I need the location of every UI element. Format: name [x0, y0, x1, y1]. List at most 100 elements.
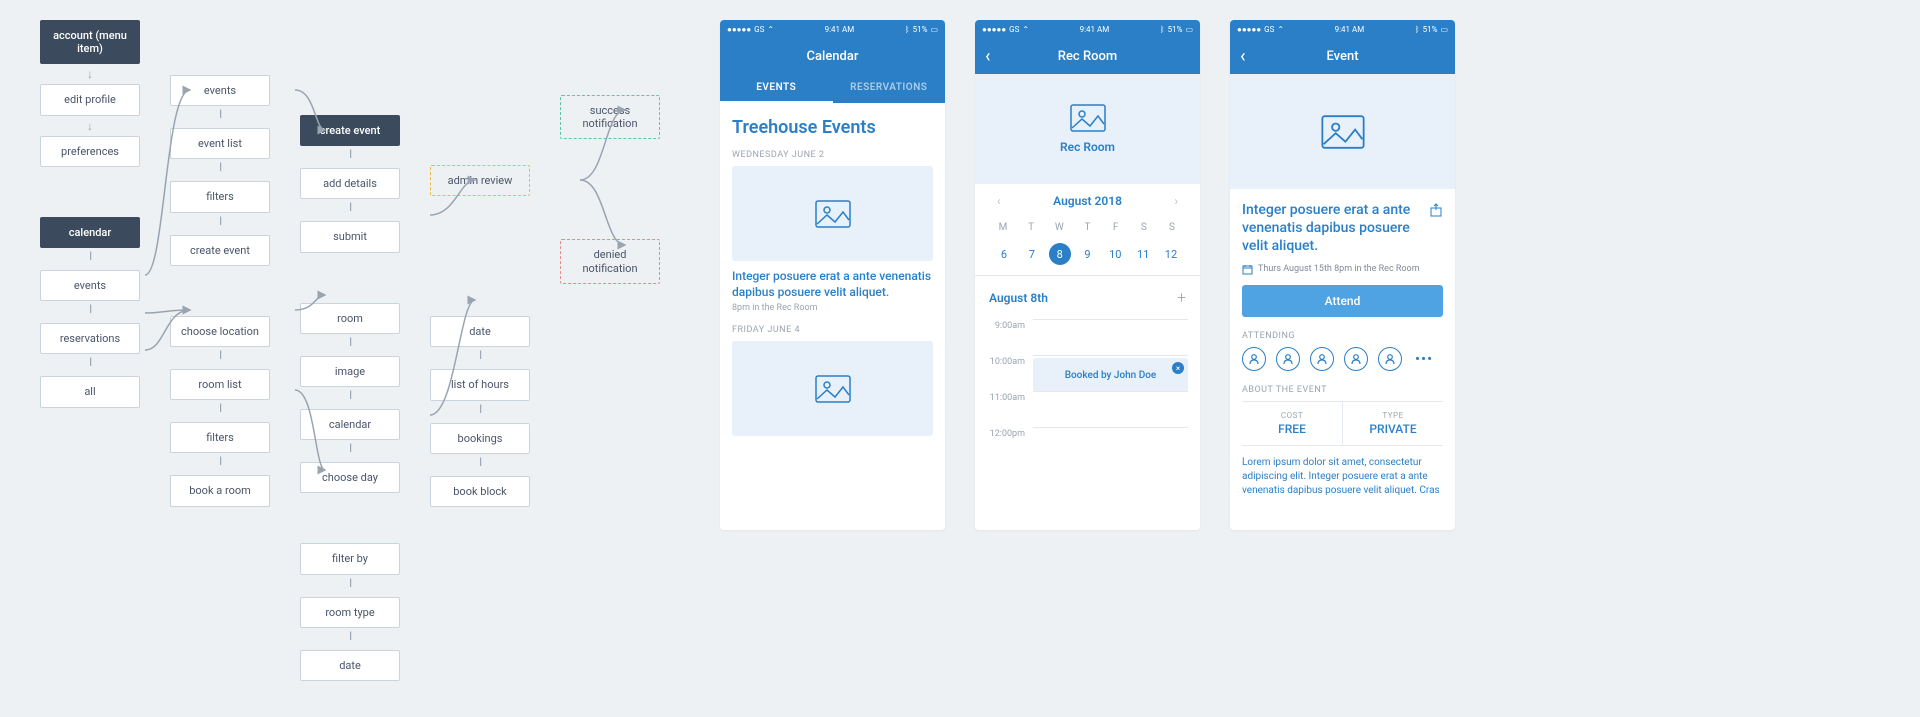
status-bar: ●●●●●GS⌃ 9:41 AM ᛒ51%▭ [720, 20, 945, 38]
add-booking-button[interactable]: + [1177, 288, 1186, 307]
day-9[interactable]: 9 [1076, 243, 1098, 265]
node-all: all [40, 376, 140, 407]
day-10[interactable]: 10 [1104, 243, 1126, 265]
flow-col-calendar: calendar I events I reservations I all [40, 217, 140, 408]
node-events: events [40, 270, 140, 301]
prev-month[interactable]: ‹ [991, 194, 1007, 208]
bluetooth-icon: ᛒ [905, 25, 910, 34]
event-image-placeholder-2[interactable] [732, 341, 933, 436]
mock-room-screen: ●●●●●GS⌃ 9:41 AM ᛒ51%▭ ‹ Rec Room Rec Ro… [975, 20, 1200, 530]
avatar[interactable] [1242, 347, 1266, 371]
attending-label: ATTENDING [1242, 331, 1443, 341]
delete-booking-icon[interactable]: × [1172, 362, 1184, 374]
event-meta: Thurs August 15th 8pm in the Rec Room [1242, 264, 1443, 275]
selected-date: August 8th [989, 291, 1048, 305]
day-12[interactable]: 12 [1160, 243, 1182, 265]
node-filters2: filters [170, 422, 270, 453]
image-icon [1070, 104, 1106, 132]
node-admin-review: admin review [430, 165, 530, 196]
node-list-hours: list of hours [430, 369, 530, 400]
node-room-list: room list [170, 369, 270, 400]
avatar[interactable] [1344, 347, 1368, 371]
node-room: room [300, 303, 400, 334]
node-reservations: reservations [40, 323, 140, 354]
about-label: ABOUT THE EVENT [1242, 385, 1443, 395]
flow-col-review: admin review [430, 165, 530, 196]
more-attendees[interactable]: ••• [1412, 350, 1433, 368]
room-hero: Rec Room [975, 74, 1200, 184]
node-calendar2: calendar [300, 409, 400, 440]
node-event-list: event list [170, 128, 270, 159]
next-month[interactable]: › [1168, 194, 1184, 208]
attend-button[interactable]: Attend [1242, 285, 1443, 317]
tab-events[interactable]: EVENTS [720, 74, 833, 103]
back-button[interactable]: ‹ [985, 46, 991, 67]
avatar[interactable] [1310, 347, 1334, 371]
event-card-title[interactable]: Integer posuere erat a ante venenatis da… [732, 269, 933, 300]
node-choose-day: choose day [300, 462, 400, 493]
day-7[interactable]: 7 [1021, 243, 1043, 265]
node-edit-profile: edit profile [40, 84, 140, 115]
weekday-row: MTWTFSS [987, 218, 1188, 237]
flow-col-filter: filter by I room type I date [300, 543, 400, 681]
node-create-event1: create event [170, 235, 270, 266]
status-bar: ●●●●●GS⌃ 9:41 AM ᛒ51%▭ [975, 20, 1200, 38]
image-icon [815, 200, 851, 228]
mock-calendar-screen: ●●●●●GS⌃ 9:41 AM ᛒ51%▭ Calendar EVENTS R… [720, 20, 945, 530]
nav-title: ‹ Rec Room [975, 38, 1200, 74]
node-book-block: book block [430, 476, 530, 507]
node-events2: events [170, 75, 270, 106]
nav-title: Calendar [720, 38, 945, 74]
node-create-event2: create event [300, 115, 400, 146]
attendee-avatars: ••• [1242, 347, 1443, 371]
mock-event-screen: ●●●●●GS⌃ 9:41 AM ᛒ51%▭ ‹ Event Integer p… [1230, 20, 1455, 530]
event-title: Integer posuere erat a ante venenatis da… [1242, 201, 1443, 256]
node-choose-location: choose location [170, 316, 270, 347]
flow-col-account: account (menu item) ↓ edit profile ↓ pre… [40, 20, 140, 167]
event-info-grid: COSTFREE TYPEPRIVATE [1242, 401, 1443, 446]
node-account: account (menu item) [40, 20, 140, 64]
flow-col-create: create event I add details I submit [300, 115, 400, 253]
node-date: date [430, 316, 530, 347]
node-bookings: bookings [430, 423, 530, 454]
node-add-details: add details [300, 168, 400, 199]
avatar[interactable] [1276, 347, 1300, 371]
schedule: 9:00am 10:00am Booked by John Doe× 11:00… [987, 319, 1188, 463]
status-bar: ●●●●●GS⌃ 9:41 AM ᛒ51%▭ [1230, 20, 1455, 38]
node-filter-by: filter by [300, 543, 400, 574]
flow-col-location: choose location I room list I filters I … [170, 316, 270, 507]
tab-reservations[interactable]: RESERVATIONS [833, 74, 946, 103]
month-label: August 2018 [1053, 194, 1122, 208]
day-8-selected[interactable]: 8 [1049, 243, 1071, 265]
type-value: PRIVATE [1347, 422, 1439, 436]
node-preferences: preferences [40, 136, 140, 167]
event-hero [1230, 74, 1455, 189]
tabs: EVENTS RESERVATIONS [720, 74, 945, 103]
nav-title: ‹ Event [1230, 38, 1455, 74]
node-denied: denied notification [560, 239, 660, 283]
image-icon [815, 375, 851, 403]
date-header-1: WEDNESDAY JUNE 2 [732, 150, 933, 160]
day-6[interactable]: 6 [993, 243, 1015, 265]
room-name: Rec Room [1060, 140, 1115, 154]
day-11[interactable]: 11 [1132, 243, 1154, 265]
flow-col-room: room I image I calendar I choose day [300, 303, 400, 494]
event-description: Lorem ipsum dolor sit amet, consectetur … [1242, 456, 1443, 498]
node-calendar: calendar [40, 217, 140, 248]
node-success: success notification [560, 95, 660, 139]
back-button[interactable]: ‹ [1240, 46, 1246, 67]
node-image: image [300, 356, 400, 387]
share-icon[interactable] [1429, 203, 1443, 217]
node-submit: submit [300, 221, 400, 252]
date-row: 6 7 8 9 10 11 12 [987, 237, 1188, 275]
node-filters1: filters [170, 181, 270, 212]
booking-block[interactable]: Booked by John Doe× [1033, 358, 1188, 392]
calendar-icon [1242, 264, 1253, 275]
flow-col-date: date I list of hours I bookings I book b… [430, 316, 530, 507]
battery-icon: ▭ [930, 25, 938, 34]
event-image-placeholder[interactable] [732, 166, 933, 261]
node-book-room: book a room [170, 475, 270, 506]
flow-col-events: events I event list I filters I create e… [170, 75, 270, 266]
wifi-icon: ⌃ [767, 25, 774, 34]
avatar[interactable] [1378, 347, 1402, 371]
